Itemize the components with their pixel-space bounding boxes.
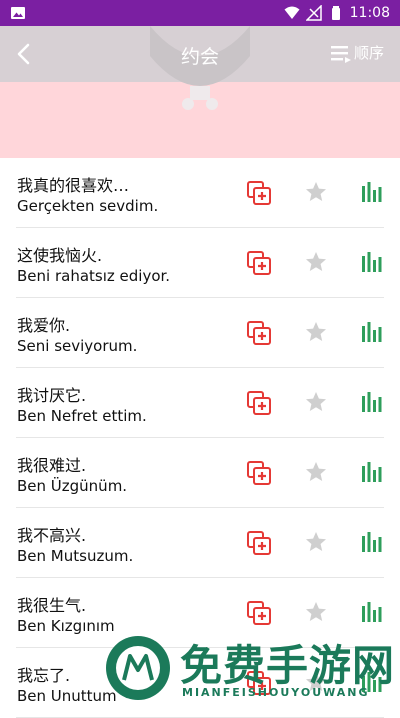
- phrase-chinese: 我讨厌它.: [17, 386, 87, 405]
- phrase-turkish: Seni seviyorum.: [17, 337, 138, 355]
- audio-bars-icon[interactable]: [360, 320, 384, 344]
- watermark-title: 免费手游网: [180, 641, 396, 690]
- list-item[interactable]: 我很难过. Ben Üzgünüm.: [16, 438, 384, 508]
- star-icon[interactable]: [304, 390, 328, 414]
- copy-add-icon[interactable]: [246, 460, 272, 486]
- order-button[interactable]: 顺序: [330, 42, 384, 63]
- phrase-chinese: 我不高兴.: [17, 526, 87, 545]
- signal-icon: [305, 5, 322, 21]
- status-time: 11:08: [349, 5, 390, 21]
- phrase-turkish: Gerçekten sevdim.: [17, 197, 159, 215]
- watermark: 免费手游网 MIANFEISHOUYOUWANG: [104, 630, 400, 711]
- audio-bars-icon[interactable]: [360, 600, 384, 624]
- list-item[interactable]: 我真的很喜欢… Gerçekten sevdim.: [16, 158, 384, 228]
- sort-list-icon: [330, 45, 351, 63]
- phrase-turkish: Ben Mutsuzum.: [17, 547, 134, 565]
- star-icon[interactable]: [304, 460, 328, 484]
- copy-add-icon[interactable]: [246, 320, 272, 346]
- phrase-chinese: 我爱你.: [17, 316, 71, 335]
- battery-icon: [331, 6, 340, 20]
- phrase-turkish: Ben Kızgınım: [17, 617, 115, 635]
- list-item[interactable]: 我爱你. Seni seviyorum.: [16, 298, 384, 368]
- phrase-chinese: 这使我恼火.: [17, 246, 103, 265]
- list-item[interactable]: 我不高兴. Ben Mutsuzum.: [16, 508, 384, 578]
- phrase-chinese: 我真的很喜欢…: [17, 176, 130, 195]
- phrase-turkish: Ben Nefret ettim.: [17, 407, 147, 425]
- phrase-turkish: Ben Unuttum: [17, 687, 117, 705]
- copy-add-icon[interactable]: [246, 180, 272, 206]
- status-right: 11:08: [284, 4, 390, 22]
- audio-bars-icon[interactable]: [360, 530, 384, 554]
- header: 约会 顺序: [0, 26, 400, 158]
- audio-bars-icon[interactable]: [360, 180, 384, 204]
- wifi-icon: [284, 6, 300, 19]
- copy-add-icon[interactable]: [246, 600, 272, 626]
- phrase-chinese: 我很难过.: [17, 456, 87, 475]
- star-icon[interactable]: [304, 180, 328, 204]
- order-label: 顺序: [353, 44, 384, 62]
- phrase-turkish: Ben Üzgünüm.: [17, 477, 128, 495]
- phrase-turkish: Beni rahatsız ediyor.: [17, 267, 171, 285]
- star-icon[interactable]: [304, 250, 328, 274]
- copy-add-icon[interactable]: [246, 390, 272, 416]
- audio-bars-icon[interactable]: [360, 250, 384, 274]
- audio-bars-icon[interactable]: [360, 460, 384, 484]
- star-icon[interactable]: [304, 320, 328, 344]
- mascot-illustration: [150, 26, 250, 110]
- list-item[interactable]: 我讨厌它. Ben Nefret ettim.: [16, 368, 384, 438]
- list-item[interactable]: 这使我恼火. Beni rahatsız ediyor.: [16, 228, 384, 298]
- copy-add-icon[interactable]: [246, 530, 272, 556]
- status-bar: 11:08: [0, 0, 400, 26]
- phrase-chinese: 我忘了.: [17, 666, 71, 685]
- image-notification-icon: [11, 7, 25, 19]
- phrase-chinese: 我很生气.: [17, 596, 87, 615]
- star-icon[interactable]: [304, 530, 328, 554]
- watermark-logo: [106, 636, 170, 700]
- star-icon[interactable]: [304, 600, 328, 624]
- copy-add-icon[interactable]: [246, 250, 272, 276]
- watermark-subtitle: MIANFEISHOUYOUWANG: [182, 686, 370, 699]
- audio-bars-icon[interactable]: [360, 390, 384, 414]
